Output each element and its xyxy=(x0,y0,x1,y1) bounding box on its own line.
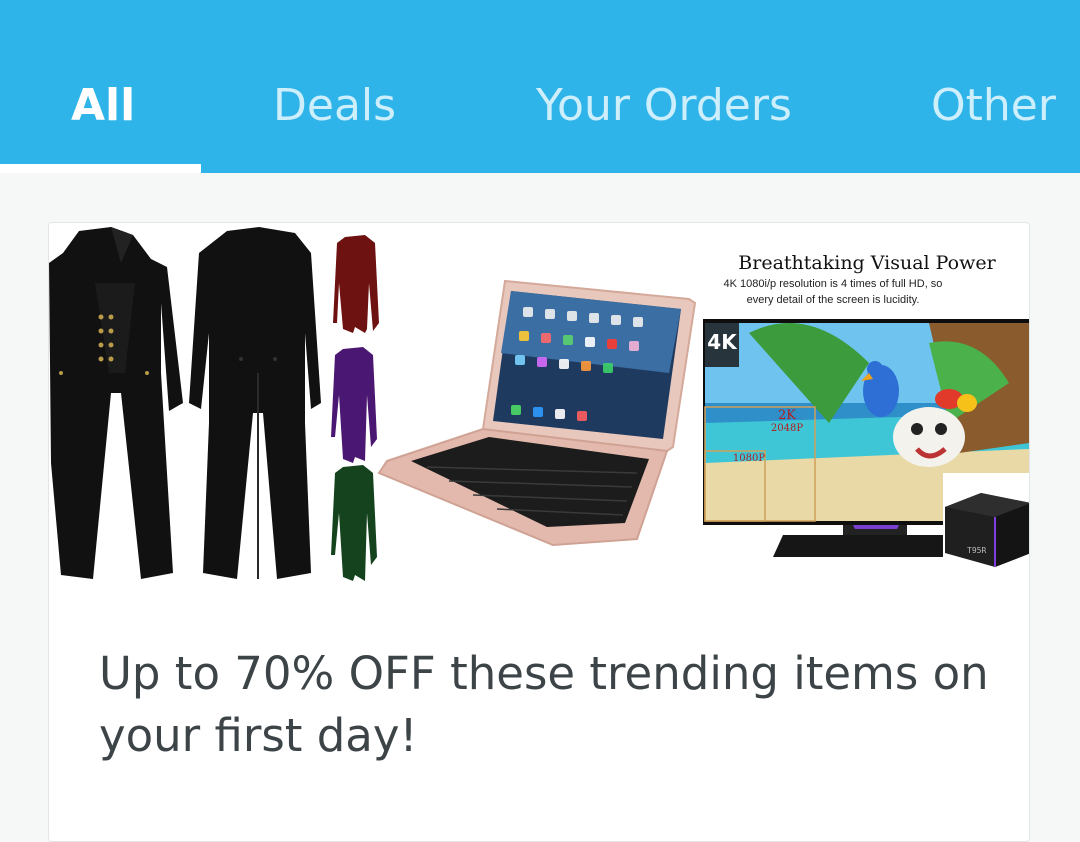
active-tab-indicator xyxy=(0,164,201,173)
tab-your-orders[interactable]: Your Orders xyxy=(536,78,792,134)
promo-card[interactable]: Breathtaking Visual Power 4K 1080i/p res… xyxy=(48,222,1030,842)
tab-deals[interactable]: Deals xyxy=(273,78,396,134)
resolution-1080-label: 1080P xyxy=(733,453,765,464)
promo-banner-image[interactable]: Breathtaking Visual Power 4K 1080i/p res… xyxy=(49,223,1029,593)
tv-subtext-line2: every detail of the screen is lucidity. xyxy=(747,294,920,306)
tab-other[interactable]: Other xyxy=(931,78,1056,134)
promo-headline: Up to 70% OFF these trending items on yo… xyxy=(99,647,989,762)
resolution-2048-label: 2048P xyxy=(771,423,803,434)
tv-subtext-line1: 4K 1080i/p resolution is 4 times of full… xyxy=(724,278,943,290)
tv-box-label: T95R xyxy=(967,546,986,555)
tv-headline: Breathtaking Visual Power xyxy=(738,252,996,274)
tab-all[interactable]: All xyxy=(71,78,135,134)
resolution-4k-label: 4K xyxy=(707,330,738,354)
top-tab-bar: All Deals Your Orders Other xyxy=(0,0,1080,173)
resolution-2k-label: 2K xyxy=(778,408,796,423)
